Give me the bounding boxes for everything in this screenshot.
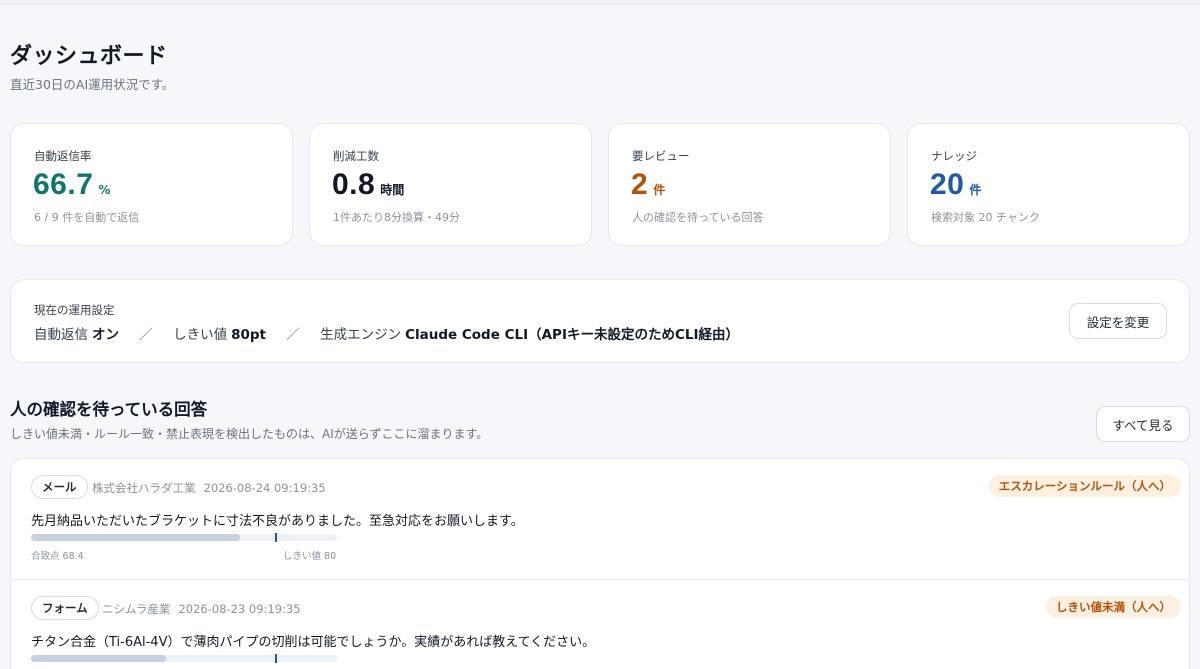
kpi-note: 6 / 9 件を自動で返信 bbox=[34, 211, 140, 224]
pending-list: メール 株式会社ハラダ工業 2026-08-24 09:19:35 エスカレーショ… bbox=[10, 458, 1190, 669]
kpi-label: 削減工数 bbox=[333, 149, 379, 163]
score-bar bbox=[31, 654, 337, 663]
reason-badge: しきい値未満（人へ） bbox=[1046, 596, 1181, 618]
separator: ／ bbox=[139, 327, 153, 343]
kpi-card-saved-hours: 削減工数 0.8 時間 1件あたり8分換算・49分 bbox=[309, 123, 592, 246]
kpi-unit: 件 bbox=[653, 183, 666, 197]
item-meta: 株式会社ハラダ工業 2026-08-24 09:19:35 bbox=[92, 480, 326, 496]
kpi-number: 0.8 bbox=[332, 168, 376, 201]
auto-reply-label: 自動返信 bbox=[34, 327, 88, 343]
change-settings-button[interactable]: 設定を変更 bbox=[1069, 303, 1167, 339]
kpi-label: 要レビュー bbox=[632, 149, 690, 163]
separator: ／ bbox=[286, 327, 300, 343]
top-bar bbox=[0, 0, 1200, 5]
threshold-value: 80pt bbox=[231, 327, 266, 343]
kpi-value: 66.7 % bbox=[33, 168, 110, 202]
company-name: ニシムラ産業 bbox=[102, 602, 171, 616]
score-bar-fill bbox=[31, 655, 166, 662]
kpi-number: 20 bbox=[930, 168, 965, 201]
operation-settings-card: 現在の運用設定 自動返信 オン ／ しきい値 80pt ／ 生成エンジン Claude… bbox=[10, 279, 1190, 363]
pending-section-subtitle: しきい値未満・ルール一致・禁止表現を検出したものは、AIが送らずここに溜まります… bbox=[10, 427, 489, 441]
item-meta: ニシムラ産業 2026-08-23 09:19:35 bbox=[102, 601, 301, 617]
channel-badge: メール bbox=[31, 475, 88, 499]
kpi-card-review-needed: 要レビュー 2 件 人の確認を待っている回答 bbox=[608, 123, 891, 246]
item-datetime: 2026-08-23 09:19:35 bbox=[178, 602, 301, 616]
kpi-note: 1件あたり8分換算・49分 bbox=[333, 211, 460, 224]
threshold-marker bbox=[274, 654, 277, 663]
engine-label: 生成エンジン bbox=[320, 327, 402, 343]
kpi-card-knowledge: ナレッジ 20 件 検索対象 20 チャンク bbox=[907, 123, 1190, 246]
pending-section-title: 人の確認を待っている回答 bbox=[10, 400, 208, 419]
kpi-label: ナレッジ bbox=[931, 149, 977, 163]
kpi-label: 自動返信率 bbox=[34, 149, 92, 163]
reason-badge: エスカレーションルール（人へ） bbox=[988, 475, 1181, 497]
kpi-number: 2 bbox=[631, 168, 649, 201]
kpi-card-auto-reply-rate: 自動返信率 66.7 % 6 / 9 件を自動で返信 bbox=[10, 123, 293, 246]
kpi-note: 検索対象 20 チャンク bbox=[931, 211, 1040, 224]
score-bar-fill bbox=[31, 534, 241, 541]
item-message: 先月納品いただいたブラケットに寸法不良がありました。至急対応をお願いします。 bbox=[31, 514, 524, 529]
kpi-value: 20 件 bbox=[930, 168, 981, 202]
score-bar bbox=[31, 533, 337, 542]
channel-badge: フォーム bbox=[31, 596, 99, 620]
threshold-marker bbox=[274, 533, 277, 542]
view-all-button[interactable]: すべて見る bbox=[1096, 406, 1190, 442]
engine-value: Claude Code CLI（APIキー未設定のためCLI経由） bbox=[405, 327, 740, 343]
company-name: 株式会社ハラダ工業 bbox=[92, 481, 196, 495]
threshold-label: しきい値 bbox=[173, 327, 228, 343]
kpi-number: 66.7 bbox=[33, 168, 94, 201]
pending-item[interactable]: メール 株式会社ハラダ工業 2026-08-24 09:19:35 エスカレーショ… bbox=[11, 459, 1189, 579]
kpi-unit: 時間 bbox=[380, 183, 405, 197]
kpi-unit: % bbox=[98, 183, 111, 197]
item-message: チタン合金（Ti-6Al-4V）で薄肉パイプの切削は可能でしょうか。実績があれば… bbox=[31, 635, 596, 650]
kpi-unit: 件 bbox=[969, 183, 982, 197]
kpi-value: 0.8 時間 bbox=[332, 168, 404, 202]
kpi-value: 2 件 bbox=[631, 168, 665, 202]
page-subtitle: 直近30日のAI運用状況です。 bbox=[10, 77, 175, 92]
pending-item[interactable]: フォーム ニシムラ産業 2026-08-23 09:19:35 しきい値未満（人へ… bbox=[11, 579, 1189, 669]
threshold-label: しきい値 80 bbox=[283, 551, 337, 562]
page-title: ダッシュボード bbox=[10, 44, 168, 69]
settings-summary: 自動返信 オン ／ しきい値 80pt ／ 生成エンジン Claude Code CL… bbox=[34, 323, 739, 343]
kpi-note: 人の確認を待っている回答 bbox=[632, 211, 764, 224]
settings-label: 現在の運用設定 bbox=[34, 303, 115, 317]
kpi-row: 自動返信率 66.7 % 6 / 9 件を自動で返信 削減工数 0.8 時間 1… bbox=[10, 123, 1200, 246]
auto-reply-value: オン bbox=[92, 327, 119, 343]
item-datetime: 2026-08-24 09:19:35 bbox=[203, 481, 326, 495]
score-label: 合致点 68.4 bbox=[31, 551, 84, 562]
